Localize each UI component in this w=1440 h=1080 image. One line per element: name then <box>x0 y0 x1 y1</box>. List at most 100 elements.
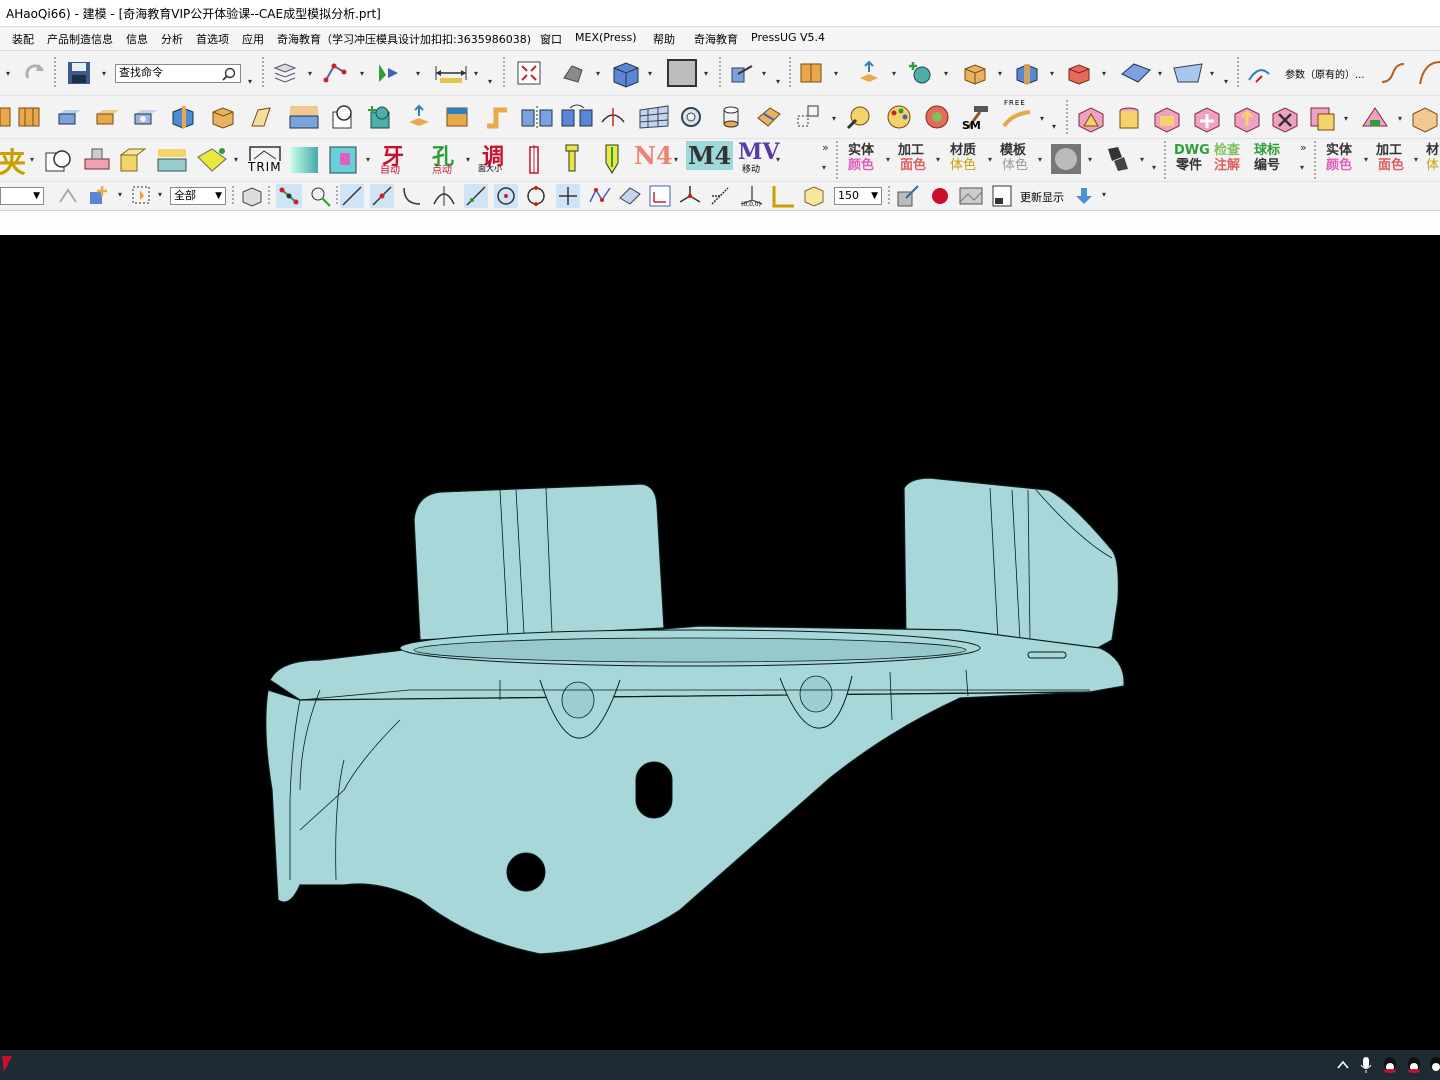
dropdown-arrow-icon[interactable]: ▾ <box>234 155 238 164</box>
pad-icon[interactable] <box>56 104 82 130</box>
fit-view-icon[interactable] <box>516 60 542 86</box>
more-dropdown-icon[interactable]: ▾ <box>248 77 252 86</box>
cylinder-icon[interactable] <box>718 104 744 130</box>
dropdown-arrow-icon[interactable]: ▾ <box>704 69 708 78</box>
chevron-up-icon[interactable] <box>1336 1058 1350 1072</box>
dynamic-wcs-icon[interactable] <box>678 184 702 208</box>
dwg-part-bottom[interactable]: 零件 <box>1176 159 1202 173</box>
dropdown-arrow-icon[interactable]: ▾ <box>724 155 728 164</box>
refresh-display-button[interactable]: 更新显示 <box>1020 189 1064 205</box>
dropdown-arrow-icon[interactable]: ▾ <box>1038 155 1042 164</box>
machining-face-top[interactable]: 加工 <box>898 144 924 158</box>
bolt-icon[interactable] <box>560 143 584 175</box>
free-form-icon[interactable] <box>1000 104 1034 130</box>
pocket-icon[interactable] <box>94 104 120 130</box>
balloon-number-bottom[interactable]: 编号 <box>1254 159 1280 173</box>
add-filter-icon[interactable] <box>130 184 154 208</box>
section-icon[interactable] <box>1014 60 1040 86</box>
wcs-icon[interactable] <box>728 60 754 86</box>
offset-face-icon[interactable] <box>406 104 432 130</box>
microphone-icon[interactable] <box>1360 1056 1372 1074</box>
menu-item-pressug[interactable]: PressUG V5.4 <box>751 31 825 44</box>
pin-icon[interactable] <box>522 143 546 175</box>
intersection-icon[interactable] <box>432 184 456 208</box>
select-filter-icon[interactable] <box>376 60 402 86</box>
dropdown-arrow-icon[interactable]: ▾ <box>30 155 34 164</box>
wcs-orient-icon[interactable] <box>708 184 732 208</box>
book-block-icon[interactable] <box>16 104 42 130</box>
quadrant-icon[interactable] <box>524 184 548 208</box>
control-point-icon[interactable] <box>400 184 424 208</box>
box-small-icon[interactable] <box>802 184 826 208</box>
arc-center-icon[interactable] <box>494 184 518 208</box>
image-view-icon[interactable] <box>958 184 984 208</box>
material-body-top[interactable]: 材质 <box>950 144 976 158</box>
dropdown-arrow-icon[interactable]: ▾ <box>776 155 780 164</box>
check-annotation-bottom[interactable]: 注解 <box>1214 159 1240 173</box>
cone-icon[interactable] <box>1114 104 1144 134</box>
gloves-icon[interactable] <box>1102 143 1134 175</box>
selection-scope-icon[interactable] <box>88 184 112 208</box>
dropdown-arrow-icon[interactable]: ▾ <box>1102 190 1106 199</box>
balloon-number-top[interactable]: 球标 <box>1254 144 1280 158</box>
dropdown-arrow-icon[interactable]: ▾ <box>416 69 420 78</box>
shaded-view-icon[interactable] <box>560 60 586 86</box>
edit-layer-icon[interactable] <box>896 184 920 208</box>
punch-icon[interactable] <box>600 143 624 175</box>
check-annotation-top[interactable]: 检查 <box>1214 144 1240 158</box>
solid-partial-icon[interactable] <box>1410 104 1440 134</box>
template-body-top[interactable]: 模板 <box>1000 144 1026 158</box>
boss-icon[interactable] <box>368 104 394 130</box>
view-cube-icon[interactable] <box>610 60 642 88</box>
measure-icon[interactable] <box>434 60 468 86</box>
dwg-part-top[interactable]: DWG <box>1174 144 1210 158</box>
arrow-up-solid-icon[interactable] <box>1232 104 1262 134</box>
save-icon[interactable] <box>66 60 92 86</box>
curve-icon[interactable] <box>1418 60 1440 86</box>
dropdown-arrow-icon[interactable]: ▾ <box>1398 114 1402 123</box>
spline-icon[interactable] <box>1380 60 1406 86</box>
dropdown-arrow-icon[interactable]: ▾ <box>308 69 312 78</box>
add-sphere-icon[interactable] <box>908 60 934 86</box>
menu-item-application[interactable]: 应用 <box>242 31 264 47</box>
material-body-bottom[interactable]: 体色 <box>950 159 976 173</box>
circle-offset-icon[interactable] <box>44 145 74 175</box>
more-dropdown-icon[interactable]: ▾ <box>488 77 492 86</box>
curve-on-surface-icon[interactable] <box>600 104 626 130</box>
yellow-face-icon[interactable] <box>196 145 228 175</box>
more-dropdown-icon[interactable]: ▾ <box>1300 163 1304 172</box>
solid-color-icon[interactable] <box>1066 60 1092 86</box>
dropdown-arrow-icon[interactable]: ▾ <box>1050 69 1054 78</box>
dropdown-arrow-icon[interactable]: ▾ <box>834 69 838 78</box>
block-partial-icon[interactable] <box>0 104 12 130</box>
on-curve-icon[interactable] <box>464 184 488 208</box>
draft-solid-icon[interactable] <box>1360 104 1390 134</box>
dropdown-arrow-icon[interactable]: ▾ <box>6 69 10 78</box>
add-feature-icon[interactable] <box>1192 104 1222 134</box>
template-body-bottom[interactable]: 体色 <box>1002 159 1028 173</box>
snap-point-icon[interactable] <box>322 60 348 86</box>
mesh-surface-icon[interactable] <box>638 104 670 130</box>
machining-face-bottom[interactable]: 面色 <box>900 159 926 173</box>
snap-points-icon[interactable] <box>276 184 302 208</box>
die-layout-icon[interactable] <box>82 145 112 175</box>
app-pin-icon[interactable] <box>2 1056 12 1072</box>
scale-select[interactable]: 150 ▼ <box>834 187 882 205</box>
layer-icon[interactable] <box>272 60 298 86</box>
sphere-icon[interactable] <box>1050 143 1082 175</box>
shell-icon[interactable] <box>132 104 158 130</box>
solid-color-2-top[interactable]: 实体 <box>1326 144 1352 158</box>
extrude-icon[interactable] <box>856 60 882 86</box>
existing-point-icon[interactable] <box>556 184 580 208</box>
dropdown-arrow-icon[interactable]: ▾ <box>1088 155 1092 164</box>
arrow-down-icon[interactable] <box>1074 186 1094 206</box>
dropdown-arrow-icon[interactable]: ▾ <box>466 155 470 164</box>
dropdown-arrow-icon[interactable]: ▾ <box>648 69 652 78</box>
material-2-bottom[interactable]: 体 <box>1426 159 1439 173</box>
dropdown-arrow-icon[interactable]: ▾ <box>1158 69 1162 78</box>
menu-item-qihai[interactable]: 奇海教育 <box>694 31 738 47</box>
select-arrows-icon[interactable] <box>56 184 80 208</box>
hole-icon[interactable] <box>330 104 356 130</box>
dropdown-arrow-icon[interactable]: ▾ <box>832 114 836 123</box>
parameter-label[interactable]: 参数（原有的）... <box>1285 66 1365 81</box>
